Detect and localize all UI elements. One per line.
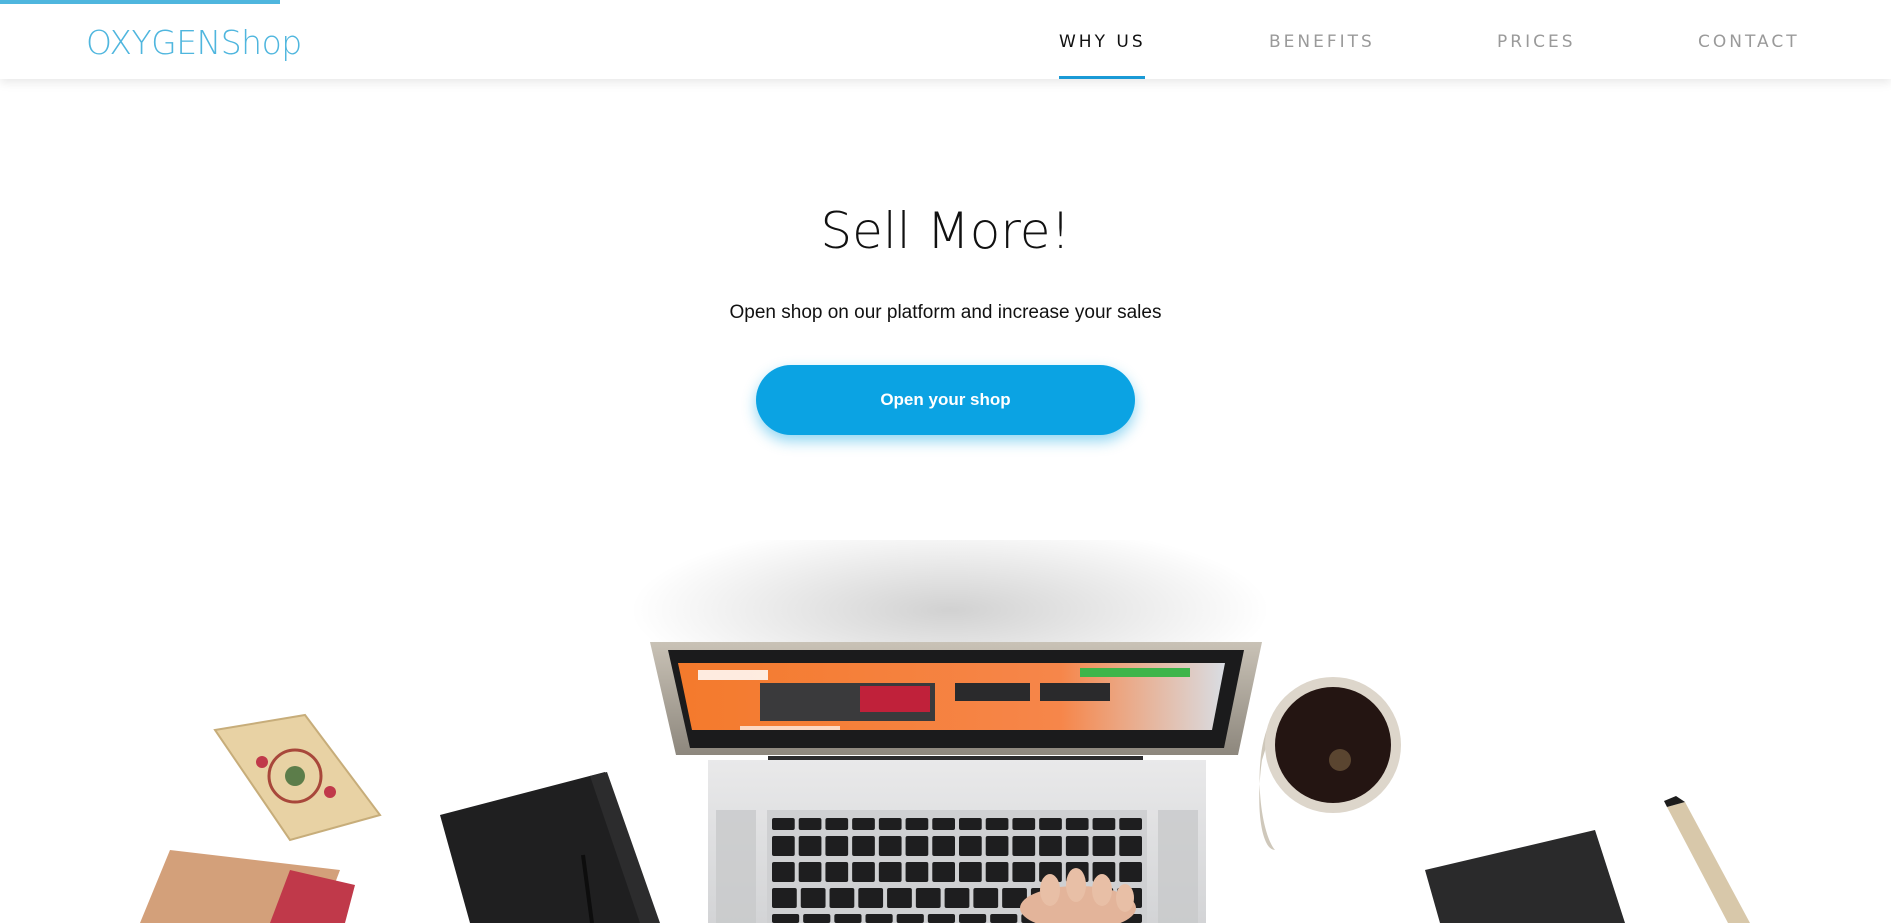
keyboard-key [1012,818,1036,830]
keyboard-key [852,862,875,882]
keyboard-key [887,888,912,908]
keyboard-key [865,914,893,923]
hero-subtitle: Open shop on our platform and increase y… [729,302,1162,323]
hero-title: Sell More! [820,202,1071,260]
keyboard-key [896,914,924,923]
keyboard-key [932,818,955,830]
keyboard-key [1119,862,1142,882]
notebook-left-image [440,772,660,923]
keyboard-key [825,836,849,856]
keyboard-key [1012,862,1036,882]
keyboard-key [1039,836,1062,856]
keyboard-key [772,836,795,856]
keyboard-key [932,862,955,882]
keyboard-key [959,818,982,830]
keyboard-key [772,818,795,830]
keyboard-key [959,914,987,923]
keyboard-key [932,836,955,856]
nav-item-contact[interactable]: CONTACT [1698,32,1800,52]
keyboard-key [1119,818,1142,830]
keyboard-key [825,818,849,830]
coffee-cup-image [1259,677,1401,850]
keyboard-key [990,914,1018,923]
keyboard-key [1092,818,1116,830]
keyboard-key [905,836,929,856]
site-header: OXYGENShop WHY US BENEFITS PRICES CONTAC… [0,0,1891,79]
keyboard-key [985,818,1009,830]
keyboard-key [772,888,797,908]
keyboard-key [985,862,1009,882]
laptop-image [650,642,1262,923]
keyboard-key [858,888,884,908]
keyboard-key [1012,836,1036,856]
pen-image [1664,796,1750,923]
keyboard-key [798,862,822,882]
nav-active-underline [1059,76,1145,79]
open-shop-button[interactable]: Open your shop [756,365,1135,435]
keyboard-key [803,914,831,923]
keyboard-key [905,818,929,830]
nav-item-benefits[interactable]: BENEFITS [1269,32,1375,52]
keyboard-key [1065,818,1089,830]
nav-item-prices[interactable]: PRICES [1497,32,1575,52]
nav-item-why-us[interactable]: WHY US [1059,32,1146,52]
scroll-progress-bar [0,0,280,4]
keyboard-key [772,914,800,923]
keyboard-key [834,914,862,923]
keyboard-key [927,914,955,923]
keyboard-key [852,818,875,830]
keyboard-key [1092,836,1116,856]
keyboard-key [944,888,970,908]
keyboard-key [905,862,929,882]
greeting-cards-image [140,713,382,923]
keyboard-key [825,862,849,882]
keyboard-key [878,818,902,830]
keyboard-key [1039,818,1062,830]
keyboard-key [800,888,826,908]
notebook-right-image [1425,830,1625,923]
keyboard-key [1119,836,1142,856]
keyboard-key [878,862,902,882]
keyboard-key [1065,836,1089,856]
keyboard-key [798,836,822,856]
keyboard-key [878,836,902,856]
keyboard-key [915,888,941,908]
keyboard-key [959,862,982,882]
keyboard-key [829,888,855,908]
desk-illustration [140,540,1750,923]
keyboard-key [852,836,875,856]
keyboard-key [798,818,822,830]
keyboard-key [772,862,795,882]
keyboard-key [985,836,1009,856]
keyboard-key [959,836,982,856]
keyboard-key [973,888,999,908]
logo[interactable]: OXYGENShop [86,23,302,62]
